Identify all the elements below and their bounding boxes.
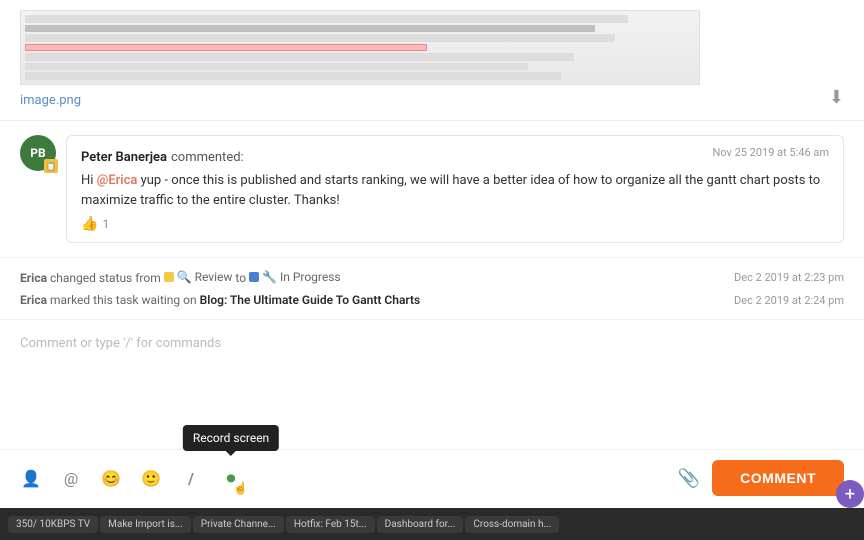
taskbar-item-2[interactable]: Private Channe... bbox=[193, 516, 284, 533]
blue-badge bbox=[249, 272, 259, 282]
smiley-icon[interactable]: 🙂 bbox=[140, 467, 162, 489]
at-icon[interactable]: @ bbox=[60, 467, 82, 489]
comment-body: Peter Banerjea commented: Nov 25 2019 at… bbox=[66, 135, 844, 243]
comment-timestamp: Nov 25 2019 at 5:46 am bbox=[712, 146, 829, 165]
to-badge: 🔧 In Progress bbox=[249, 270, 341, 284]
taskbar-item-5[interactable]: Cross-domain h... bbox=[465, 516, 559, 533]
comment-input-placeholder[interactable]: Comment or type '/' for commands bbox=[20, 332, 844, 368]
comment-button[interactable]: COMMENT bbox=[712, 460, 844, 496]
comment-section: PB 📋 Peter Banerjea commented: Nov 25 20… bbox=[0, 121, 864, 258]
thumbs-up-icon[interactable]: 👍 bbox=[81, 216, 98, 232]
toolbar-section: 👤 @ 😊 🙂 / Record screen ⏺ ☝ 📎 COMMENT bbox=[0, 449, 864, 508]
like-area: 👍 1 bbox=[81, 216, 829, 232]
person-icon[interactable]: 👤 bbox=[20, 467, 42, 489]
taskbar-item-1[interactable]: Make Import is... bbox=[100, 516, 191, 533]
slash-icon[interactable]: / bbox=[180, 467, 202, 489]
taskbar-item-3[interactable]: Hotfix: Feb 15t... bbox=[286, 516, 375, 533]
image-thumbnail bbox=[20, 10, 700, 85]
status-text-1: Erica changed status from 🔍 Review to 🔧 … bbox=[20, 270, 341, 285]
cursor-icon: ☝ bbox=[233, 481, 248, 495]
status-time-1: Dec 2 2019 at 2:23 pm bbox=[734, 271, 844, 284]
status-time-2: Dec 2 2019 at 2:24 pm bbox=[734, 294, 844, 307]
comment-header: PB 📋 Peter Banerjea commented: Nov 25 20… bbox=[20, 135, 844, 243]
image-section: image.png ⬇ bbox=[0, 0, 864, 121]
image-filename-link[interactable]: image.png bbox=[20, 93, 81, 108]
commented-text: commented: bbox=[171, 150, 244, 165]
plus-badge-button[interactable]: + bbox=[836, 480, 864, 508]
yellow-badge bbox=[164, 272, 174, 282]
status-section: Erica changed status from 🔍 Review to 🔧 … bbox=[0, 258, 864, 320]
avatar-badge: 📋 bbox=[44, 159, 58, 173]
like-count: 1 bbox=[102, 217, 109, 231]
comment-input-section[interactable]: Comment or type '/' for commands bbox=[0, 320, 864, 449]
status-change-2: Erica marked this task waiting on Blog: … bbox=[20, 289, 844, 311]
main-container: image.png ⬇ PB 📋 Peter Banerjea commente… bbox=[0, 0, 864, 540]
comment-meta: Peter Banerjea commented: Nov 25 2019 at… bbox=[81, 146, 829, 165]
download-button[interactable]: ⬇ bbox=[829, 87, 844, 108]
toolbar-left: 👤 @ 😊 🙂 / Record screen ⏺ ☝ bbox=[20, 467, 242, 489]
comment-author-line: Peter Banerjea commented: bbox=[81, 146, 244, 165]
from-badge: 🔍 Review bbox=[164, 270, 233, 284]
record-screen-button[interactable]: Record screen ⏺ ☝ bbox=[220, 467, 242, 489]
comment-text: Hi @Erica yup - once this is published a… bbox=[81, 171, 829, 210]
avatar: PB 📋 bbox=[20, 135, 56, 171]
status-text-2: Erica marked this task waiting on Blog: … bbox=[20, 293, 420, 307]
toolbar-right: 📎 COMMENT bbox=[678, 460, 844, 496]
task-link[interactable]: Blog: The Ultimate Guide To Gantt Charts bbox=[200, 293, 421, 307]
record-screen-tooltip: Record screen bbox=[183, 425, 279, 451]
commenter-name: Peter Banerjea bbox=[81, 150, 167, 165]
bottom-taskbar: 350/ 10KBPS TV Make Import is... Private… bbox=[0, 508, 864, 540]
mention-erica: @Erica bbox=[97, 173, 138, 188]
emoji-icon[interactable]: 😊 bbox=[100, 467, 122, 489]
taskbar-item-4[interactable]: Dashboard for... bbox=[377, 516, 464, 533]
taskbar-item-0[interactable]: 350/ 10KBPS TV bbox=[8, 516, 98, 533]
attach-icon[interactable]: 📎 bbox=[678, 468, 700, 489]
status-change-1: Erica changed status from 🔍 Review to 🔧 … bbox=[20, 266, 844, 289]
